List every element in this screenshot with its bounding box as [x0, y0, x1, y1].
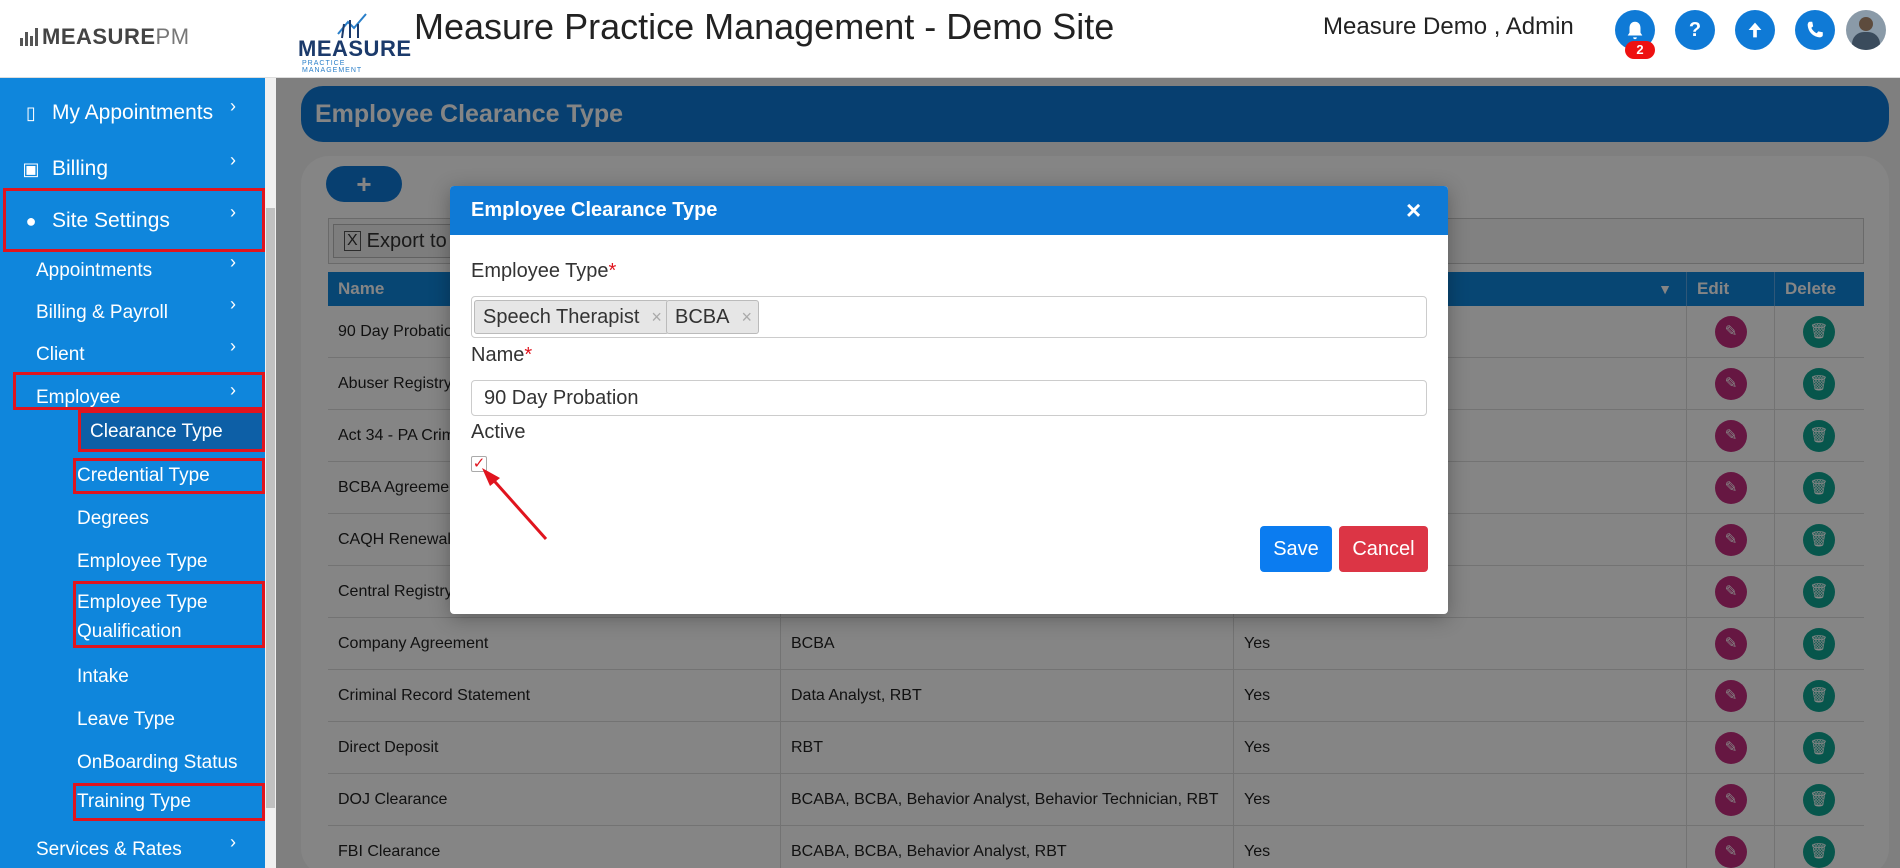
- sidebar-item-site-settings[interactable]: ● Site Settings: [20, 204, 285, 238]
- cancel-button[interactable]: Cancel: [1339, 526, 1428, 572]
- sidebar-item-employee[interactable]: Employee: [36, 383, 301, 413]
- notification-badge: 2: [1625, 41, 1655, 59]
- brand-word: MEASURE: [42, 24, 156, 49]
- measurepm-logo[interactable]: MEASURE PM: [20, 22, 190, 52]
- tag-speech-therapist: Speech Therapist ×: [474, 300, 669, 334]
- sidebar: ▯ My Appointments › ▣ Billing › ● Site S…: [0, 78, 276, 868]
- chevron-right-icon: ›: [230, 96, 236, 116]
- user-name[interactable]: Measure Demo , Admin: [1323, 13, 1574, 41]
- help-icon[interactable]: ?: [1675, 10, 1715, 50]
- employee-type-multiselect[interactable]: Speech Therapist × BCBA ×: [471, 296, 1427, 338]
- modal-title: Employee Clearance Type: [471, 199, 718, 221]
- sidebar-item-billing-payroll[interactable]: Billing & Payroll: [36, 298, 301, 328]
- remove-tag-icon[interactable]: ×: [741, 307, 752, 328]
- phone-icon[interactable]: [1795, 10, 1835, 50]
- logo-bars-icon: [20, 28, 38, 46]
- chevron-right-icon: ›: [230, 336, 236, 356]
- sidebar-item-services-rates[interactable]: Services & Rates: [36, 835, 301, 865]
- user-icon: ●: [25, 210, 37, 231]
- employee-clearance-type-modal: Employee Clearance Type × Employee Type*…: [450, 186, 1448, 614]
- sidebar-item-label: Site Settings: [52, 209, 170, 232]
- tag-label: Speech Therapist: [483, 305, 640, 328]
- avatar[interactable]: [1846, 10, 1886, 50]
- logo-word: MEASURE: [298, 36, 412, 61]
- chevron-right-icon: ›: [230, 832, 236, 852]
- sidebar-item-label: My Appointments: [52, 101, 214, 124]
- top-header: MEASURE PM MEASURE PRACTICE MANAGEMENT Me…: [0, 0, 1900, 78]
- brand-suffix: PM: [155, 24, 190, 49]
- chevron-right-icon: ›: [230, 294, 236, 314]
- sidebar-item-client[interactable]: Client: [36, 340, 301, 370]
- logo-subtitle: PRACTICE MANAGEMENT: [302, 60, 363, 74]
- tag-label: BCBA: [675, 305, 730, 328]
- app-title: Measure Practice Management - Demo Site: [414, 6, 1115, 47]
- chevron-right-icon: ›: [230, 252, 236, 272]
- money-icon: ▣: [22, 158, 40, 179]
- upload-icon[interactable]: [1735, 10, 1775, 50]
- name-input[interactable]: 90 Day Probation: [471, 380, 1427, 416]
- remove-tag-icon[interactable]: ×: [651, 307, 662, 328]
- active-label: Active: [471, 421, 526, 443]
- chevron-right-icon: ›: [230, 202, 236, 222]
- sidebar-scrollbar-thumb[interactable]: [266, 208, 275, 808]
- building-icon: ▯: [26, 102, 36, 123]
- chevron-right-icon: ›: [230, 380, 236, 400]
- employee-type-label: Employee Type*: [471, 260, 617, 282]
- sidebar-item-my-appointments[interactable]: ▯ My Appointments: [20, 96, 285, 130]
- save-button[interactable]: Save: [1260, 526, 1332, 572]
- annotation-arrow-icon: [482, 468, 548, 540]
- modal-header: Employee Clearance Type ×: [450, 186, 1448, 235]
- sidebar-item-appointments[interactable]: Appointments: [36, 256, 301, 286]
- name-label: Name*: [471, 344, 533, 366]
- sidebar-item-label: Billing: [52, 157, 109, 180]
- close-icon[interactable]: ×: [1406, 195, 1421, 226]
- chevron-right-icon: ›: [230, 150, 236, 170]
- tag-bcba: BCBA ×: [666, 300, 759, 334]
- sidebar-item-billing[interactable]: ▣ Billing: [20, 152, 285, 186]
- measure-practice-logo: MEASURE PRACTICE MANAGEMENT: [296, 10, 411, 74]
